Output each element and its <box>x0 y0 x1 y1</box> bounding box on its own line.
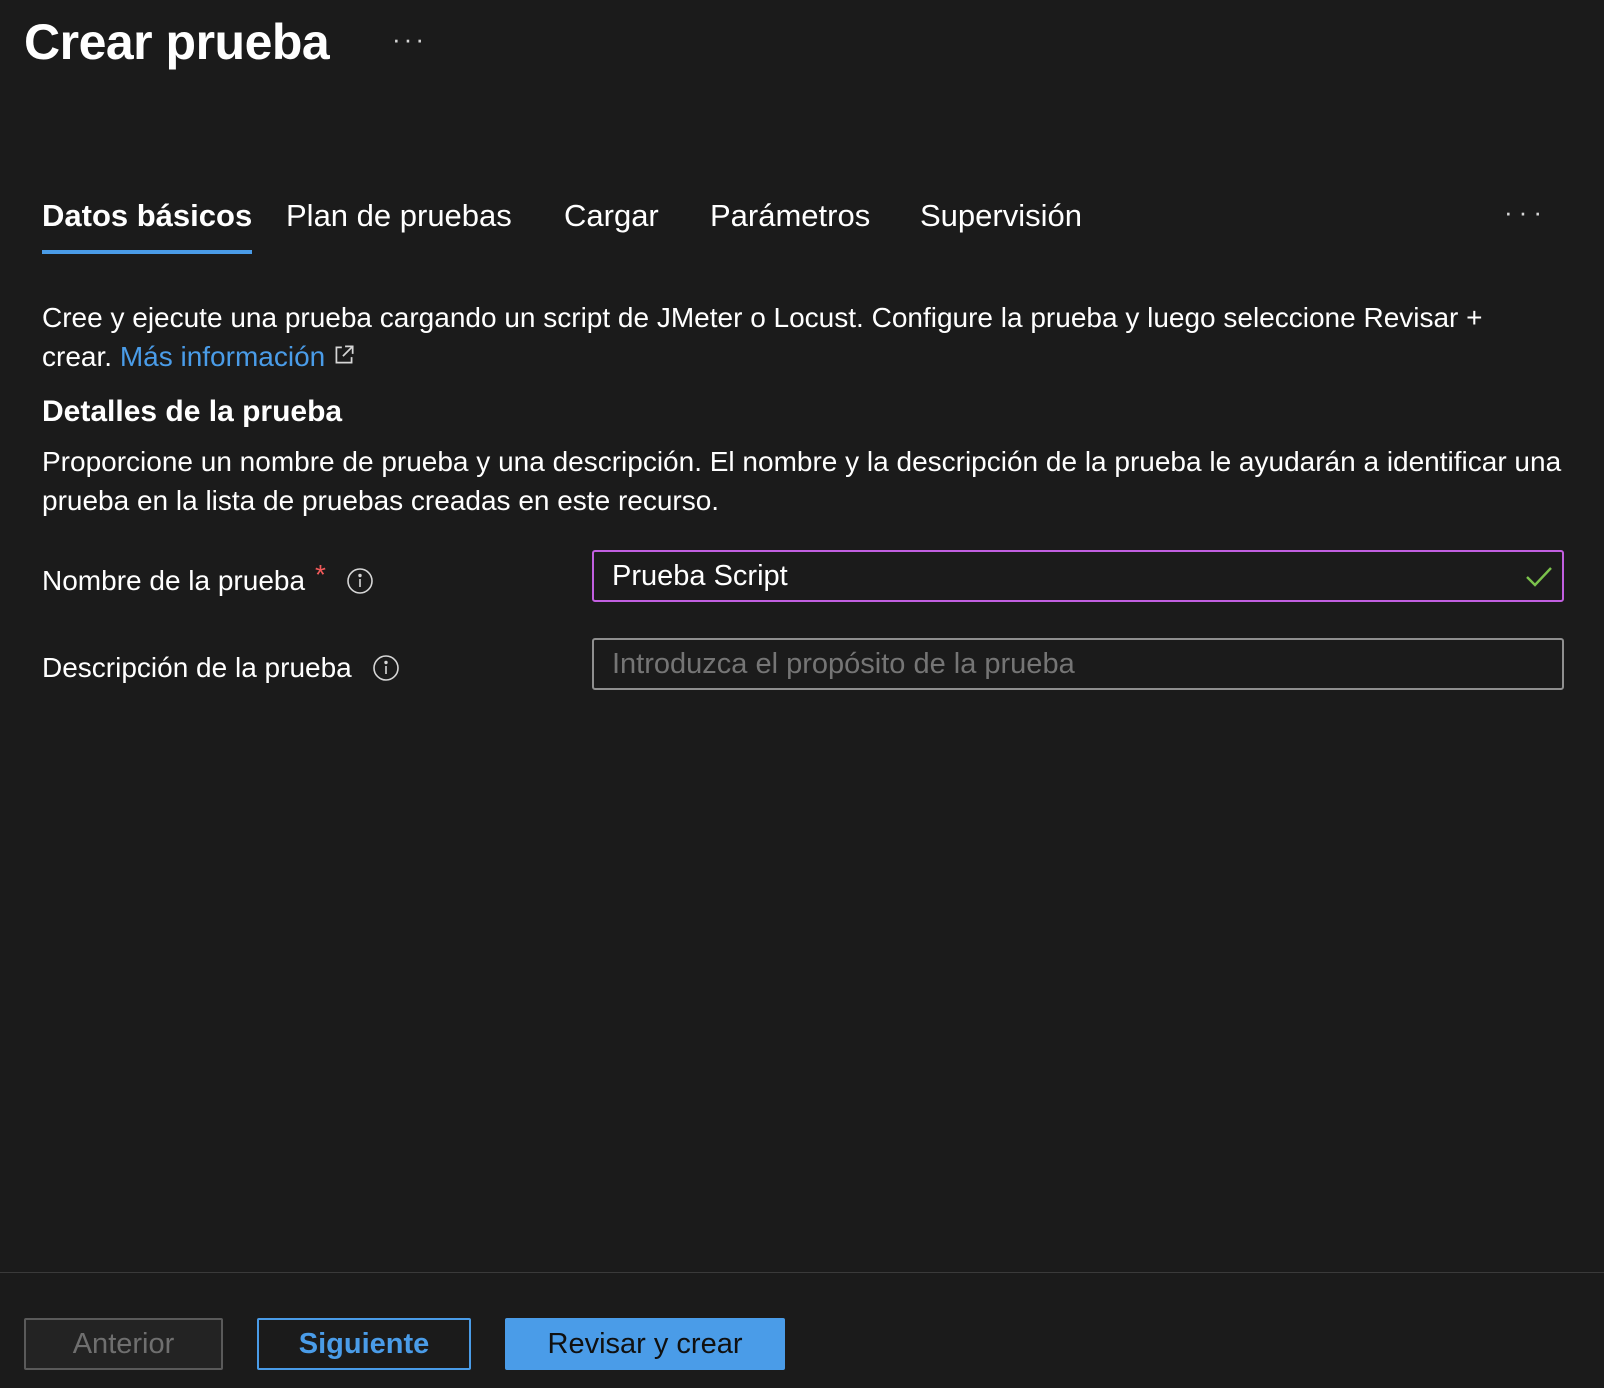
intro-text: Cree y ejecute una prueba cargando un sc… <box>42 298 1522 376</box>
tabs-overflow-icon[interactable]: ··· <box>1504 192 1548 232</box>
external-link-icon <box>335 345 354 364</box>
section-title: Detalles de la prueba <box>42 395 343 428</box>
tab-cargar[interactable]: Cargar <box>564 192 659 250</box>
footer-divider <box>0 1272 1604 1273</box>
section-description: Proporcione un nombre de prueba y una de… <box>42 446 1562 516</box>
test-description-label: Descripción de la prueba <box>42 652 352 683</box>
info-icon[interactable] <box>346 567 374 595</box>
next-button[interactable]: Siguiente <box>257 1318 471 1370</box>
previous-button[interactable]: Anterior <box>24 1318 223 1370</box>
learn-more-label: Más información <box>119 341 326 372</box>
review-create-button[interactable]: Revisar y crear <box>505 1318 785 1370</box>
test-description-label-row: Descripción de la prueba <box>42 648 400 688</box>
tab-parametros[interactable]: Parámetros <box>710 192 870 250</box>
test-name-label-row: Nombre de la prueba * <box>42 559 374 601</box>
info-icon[interactable] <box>372 654 400 682</box>
learn-more-link[interactable]: Más información <box>120 341 357 372</box>
tab-datos-basicos[interactable]: Datos básicos <box>42 192 253 254</box>
create-test-page: Crear prueba ··· Datos básicos Plan de p… <box>0 0 1604 1388</box>
test-description-input[interactable] <box>592 638 1564 690</box>
test-name-label: Nombre de la prueba <box>42 565 306 596</box>
tab-supervision[interactable]: Supervisión <box>920 192 1082 250</box>
tab-bar: Datos básicos Plan de pruebas Cargar Par… <box>0 192 1604 256</box>
page-title: Crear prueba <box>24 14 330 70</box>
required-marker: * <box>315 559 326 590</box>
checkmark-icon <box>1526 567 1552 587</box>
test-name-input[interactable] <box>592 550 1564 602</box>
tab-plan-de-pruebas[interactable]: Plan de pruebas <box>286 192 512 250</box>
more-options-icon[interactable]: ··· <box>392 24 427 54</box>
